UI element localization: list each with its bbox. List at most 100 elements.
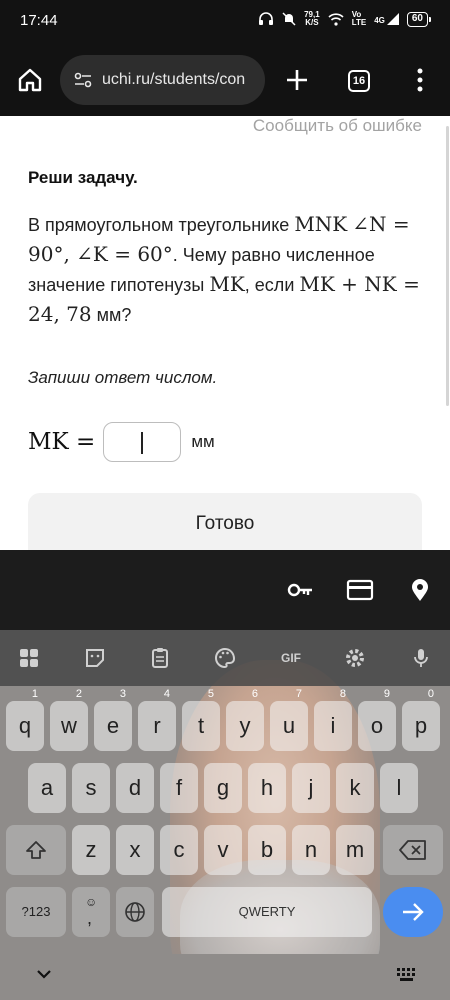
key-number-hint: 7 xyxy=(295,688,302,700)
browser-toolbar: uchi.ru/students/con 16 xyxy=(0,44,450,116)
done-button[interactable]: Готово xyxy=(28,493,422,550)
signal-icon: 4G xyxy=(374,13,399,25)
key-label: j xyxy=(308,775,314,800)
key-t[interactable]: 5t xyxy=(182,688,220,751)
status-bar: 17:44 79,1 K/S Vo LTE 4G 60 xyxy=(0,0,450,44)
mic-icon[interactable] xyxy=(409,646,433,670)
wifi-icon xyxy=(328,12,344,26)
key-b[interactable]: b xyxy=(248,825,286,875)
symbols-key[interactable]: ?123 xyxy=(6,887,66,937)
key-icon[interactable] xyxy=(286,578,314,602)
key-m[interactable]: m xyxy=(336,825,374,875)
hide-keyboard-icon[interactable] xyxy=(36,968,52,980)
key-x[interactable]: x xyxy=(116,825,154,875)
key-number-hint: 3 xyxy=(119,688,126,700)
sticker-icon[interactable] xyxy=(83,646,107,670)
key-number-hint: 1 xyxy=(31,688,38,700)
key-label: c xyxy=(173,837,185,862)
key-q[interactable]: 1q xyxy=(6,688,44,751)
emoji-comma-key[interactable]: ☺ , xyxy=(72,887,110,937)
key-o[interactable]: 9o xyxy=(358,688,396,751)
task-title: Реши задачу. xyxy=(28,168,138,187)
backspace-icon xyxy=(399,840,426,860)
answer-unit: мм xyxy=(191,432,215,451)
key-j[interactable]: j xyxy=(292,763,330,813)
volte-bottom: LTE xyxy=(351,18,367,27)
backspace-key[interactable] xyxy=(383,825,443,875)
network-gen: 4G xyxy=(374,16,385,25)
site-settings-icon[interactable] xyxy=(74,72,92,88)
key-e[interactable]: 3e xyxy=(94,688,132,751)
keyboard-switch-icon[interactable] xyxy=(396,967,418,983)
key-u[interactable]: 7u xyxy=(270,688,308,751)
hypotenuse-name: MK xyxy=(209,272,245,296)
key-label: y xyxy=(239,713,251,738)
apps-icon[interactable] xyxy=(17,646,41,670)
key-p[interactable]: 0p xyxy=(402,688,440,751)
key-label: d xyxy=(128,775,142,800)
shift-icon xyxy=(26,841,46,859)
key-v[interactable]: v xyxy=(204,825,242,875)
status-icons: 79,1 K/S Vo LTE 4G 60 xyxy=(258,11,432,27)
settings-icon[interactable] xyxy=(343,646,367,670)
key-label: w xyxy=(61,713,77,738)
url-text: uchi.ru/students/con xyxy=(102,71,246,88)
clipboard-icon[interactable] xyxy=(148,646,172,670)
palette-icon[interactable] xyxy=(213,646,237,670)
space-key[interactable]: QWERTY xyxy=(162,887,372,937)
key-w[interactable]: 2w xyxy=(50,688,88,751)
text-caret xyxy=(141,432,144,454)
page-scrollbar[interactable] xyxy=(446,126,449,406)
key-y[interactable]: 6y xyxy=(226,688,264,751)
key-label: b xyxy=(260,837,274,862)
key-h[interactable]: h xyxy=(248,763,286,813)
tab-switcher-button[interactable]: 16 xyxy=(348,70,370,92)
key-label: u xyxy=(282,713,296,738)
key-i[interactable]: 8i xyxy=(314,688,352,751)
key-label: x xyxy=(129,837,141,862)
gif-button[interactable]: GIF xyxy=(276,646,306,670)
key-label: s xyxy=(85,775,97,800)
answer-row: MK = мм xyxy=(28,422,215,462)
enter-key[interactable] xyxy=(383,887,443,937)
volte-indicator: Vo LTE xyxy=(352,11,367,27)
answer-input[interactable] xyxy=(103,422,182,462)
key-n[interactable]: n xyxy=(292,825,330,875)
key-g[interactable]: g xyxy=(204,763,242,813)
credit-card-icon[interactable] xyxy=(346,578,374,602)
home-icon[interactable] xyxy=(16,66,44,94)
new-tab-icon[interactable] xyxy=(283,66,311,94)
key-r[interactable]: 4r xyxy=(138,688,176,751)
key-label: p xyxy=(414,713,428,738)
key-label: z xyxy=(85,837,97,862)
arrow-right-icon xyxy=(403,903,424,921)
key-z[interactable]: z xyxy=(72,825,110,875)
key-label: i xyxy=(330,713,336,738)
key-label: f xyxy=(175,775,183,800)
web-page-content: Сообщить об ошибке Реши задачу. В прямоу… xyxy=(0,116,450,550)
problem-text-4: мм? xyxy=(91,305,132,325)
more-options-icon[interactable] xyxy=(410,66,430,94)
language-key[interactable] xyxy=(116,887,154,937)
key-number-hint: 2 xyxy=(75,688,82,700)
location-icon[interactable] xyxy=(406,578,434,602)
key-f[interactable]: f xyxy=(160,763,198,813)
key-number-hint: 8 xyxy=(339,688,346,700)
key-s[interactable]: s xyxy=(72,763,110,813)
key-c[interactable]: c xyxy=(160,825,198,875)
address-bar[interactable]: uchi.ru/students/con xyxy=(60,55,265,105)
key-number-hint: 6 xyxy=(251,688,258,700)
key-label: g xyxy=(216,775,230,800)
key-a[interactable]: a xyxy=(28,763,66,813)
key-k[interactable]: k xyxy=(336,763,374,813)
key-number-hint: 0 xyxy=(427,688,434,700)
problem-text-1: В прямоугольном треугольнике xyxy=(28,215,295,235)
answer-hint: Запиши ответ числом. xyxy=(28,368,218,387)
key-label: v xyxy=(217,837,229,862)
key-d[interactable]: d xyxy=(116,763,154,813)
key-label: h xyxy=(260,775,274,800)
key-l[interactable]: l xyxy=(380,763,418,813)
report-error-link[interactable]: Сообщить об ошибке xyxy=(253,116,422,136)
speed-unit: K/S xyxy=(305,18,319,27)
shift-key[interactable] xyxy=(6,825,66,875)
